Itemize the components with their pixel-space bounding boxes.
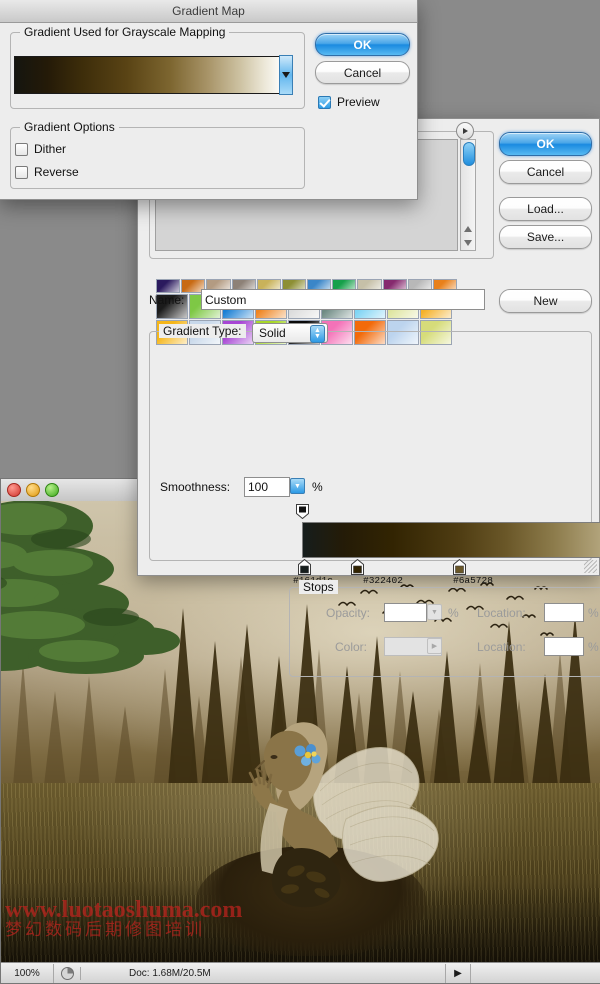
zoom-level[interactable]: 100% (1, 963, 54, 983)
gradient-map-titlebar[interactable]: Gradient Map (0, 0, 417, 23)
close-icon[interactable] (7, 483, 21, 497)
gradient-bar[interactable] (302, 522, 600, 558)
gradient-used-title: Gradient Used for Grayscale Mapping (20, 25, 230, 39)
reverse-checkbox-row[interactable]: Reverse (15, 165, 79, 179)
gradient-editor-save-button[interactable]: Save... (499, 225, 592, 249)
gradient-type-stepper-icon[interactable]: ▲ ▼ (310, 325, 325, 343)
traffic-lights[interactable] (7, 483, 59, 497)
gradient-map-ok-button[interactable]: OK (315, 33, 410, 56)
opacity-input[interactable] (384, 603, 427, 622)
opacity-stop-icon (296, 504, 309, 520)
triangle-down-icon (282, 72, 290, 78)
scrollbar-thumb[interactable] (463, 142, 475, 166)
preview-checkbox-row[interactable]: Preview (318, 95, 380, 109)
name-label: Name: (149, 293, 185, 307)
stops-group: Stops (289, 580, 600, 677)
color-location-input[interactable] (544, 637, 584, 656)
gradient-type-value: Solid (259, 326, 286, 340)
scroll-down-arrow-icon[interactable] (464, 240, 472, 246)
color-popup-button[interactable]: ▶ (427, 638, 442, 654)
resize-grip[interactable] (584, 560, 597, 573)
watermark: www.luotaoshuma.com 梦幻数码后期修图培训 (5, 897, 305, 939)
color-stop-marker[interactable] (298, 558, 312, 575)
preview-checkbox[interactable] (318, 95, 331, 109)
color-stop-marker[interactable] (351, 558, 365, 575)
gradient-type-label: Gradient Type: (159, 324, 246, 338)
document-status-bar[interactable]: 100% Doc: 1.68M/20.5M ▶ (1, 962, 600, 983)
color-location-unit: % (588, 640, 599, 654)
status-filler (470, 963, 600, 983)
status-menu-arrow-icon[interactable]: ▶ (445, 963, 470, 983)
color-stop-hex-label: #322402 (363, 575, 403, 586)
color-stop-icon (298, 558, 312, 575)
opacity-label: Opacity: (326, 606, 371, 620)
gradient-picker-arrow-button[interactable] (279, 55, 293, 95)
color-label: Color: (335, 640, 368, 654)
gradient-editor-new-button[interactable]: New (499, 289, 592, 313)
opacity-unit: % (448, 606, 459, 620)
watermark-line1: www.luotaoshuma.com (5, 897, 243, 923)
opacity-location-input[interactable] (544, 603, 584, 622)
gradient-map-dialog[interactable]: Gradient Map Gradient Used for Grayscale… (0, 0, 418, 200)
opacity-popup-button[interactable]: ▼ (427, 604, 442, 620)
gradient-editor-cancel-button[interactable]: Cancel (499, 160, 592, 184)
gradient-map-title: Gradient Map (172, 4, 245, 18)
document-proxy-icon[interactable] (54, 966, 81, 980)
gradient-map-cancel-button[interactable]: Cancel (315, 61, 410, 84)
gradient-preview-swatch[interactable] (14, 56, 284, 94)
color-stop-icon (453, 558, 467, 575)
color-stops-track[interactable] (298, 558, 600, 575)
gradient-name-input[interactable]: Custom (201, 289, 485, 310)
minimize-icon[interactable] (26, 483, 40, 497)
smoothness-popup-button[interactable]: ▼ (290, 478, 305, 494)
scroll-up-arrow-icon[interactable] (464, 226, 472, 232)
stops-group-title: Stops (299, 580, 338, 594)
fairy-figure (226, 699, 446, 929)
watermark-line2: 梦幻数码后期修图培训 (5, 920, 205, 939)
opacity-location-unit: % (588, 606, 599, 620)
document-size-info: Doc: 1.68M/20.5M (129, 967, 211, 979)
dither-checkbox[interactable] (15, 142, 28, 156)
color-stop-marker[interactable] (453, 558, 467, 575)
gradient-editor-load-button[interactable]: Load... (499, 197, 592, 221)
opacity-stop-start[interactable] (296, 504, 309, 520)
gradient-options-group: Gradient Options (10, 120, 305, 189)
reverse-label: Reverse (34, 165, 79, 179)
smoothness-unit: % (312, 480, 323, 494)
presets-menu-button[interactable] (456, 122, 474, 140)
color-stop-hex-label: #6a5728 (453, 575, 493, 586)
dither-label: Dither (34, 142, 67, 156)
opacity-location-label: Location: (477, 606, 526, 620)
presets-scrollbar[interactable] (460, 139, 476, 251)
reverse-checkbox[interactable] (15, 165, 28, 179)
gradient-type-select[interactable]: Solid ▲ ▼ (252, 323, 328, 343)
fairy-svg (248, 722, 439, 908)
zoom-icon[interactable] (45, 483, 59, 497)
preset-swatch[interactable] (156, 279, 181, 293)
gradient-editor-ok-button[interactable]: OK (499, 132, 592, 156)
gradient-options-title: Gradient Options (20, 120, 119, 134)
smoothness-input[interactable]: 100 (244, 477, 290, 497)
smoothness-label: Smoothness: (160, 480, 231, 494)
dither-checkbox-row[interactable]: Dither (15, 142, 66, 156)
preview-label: Preview (337, 95, 380, 109)
color-stop-icon (351, 558, 365, 575)
color-location-label: Location: (477, 640, 526, 654)
triangle-right-icon (463, 128, 468, 134)
